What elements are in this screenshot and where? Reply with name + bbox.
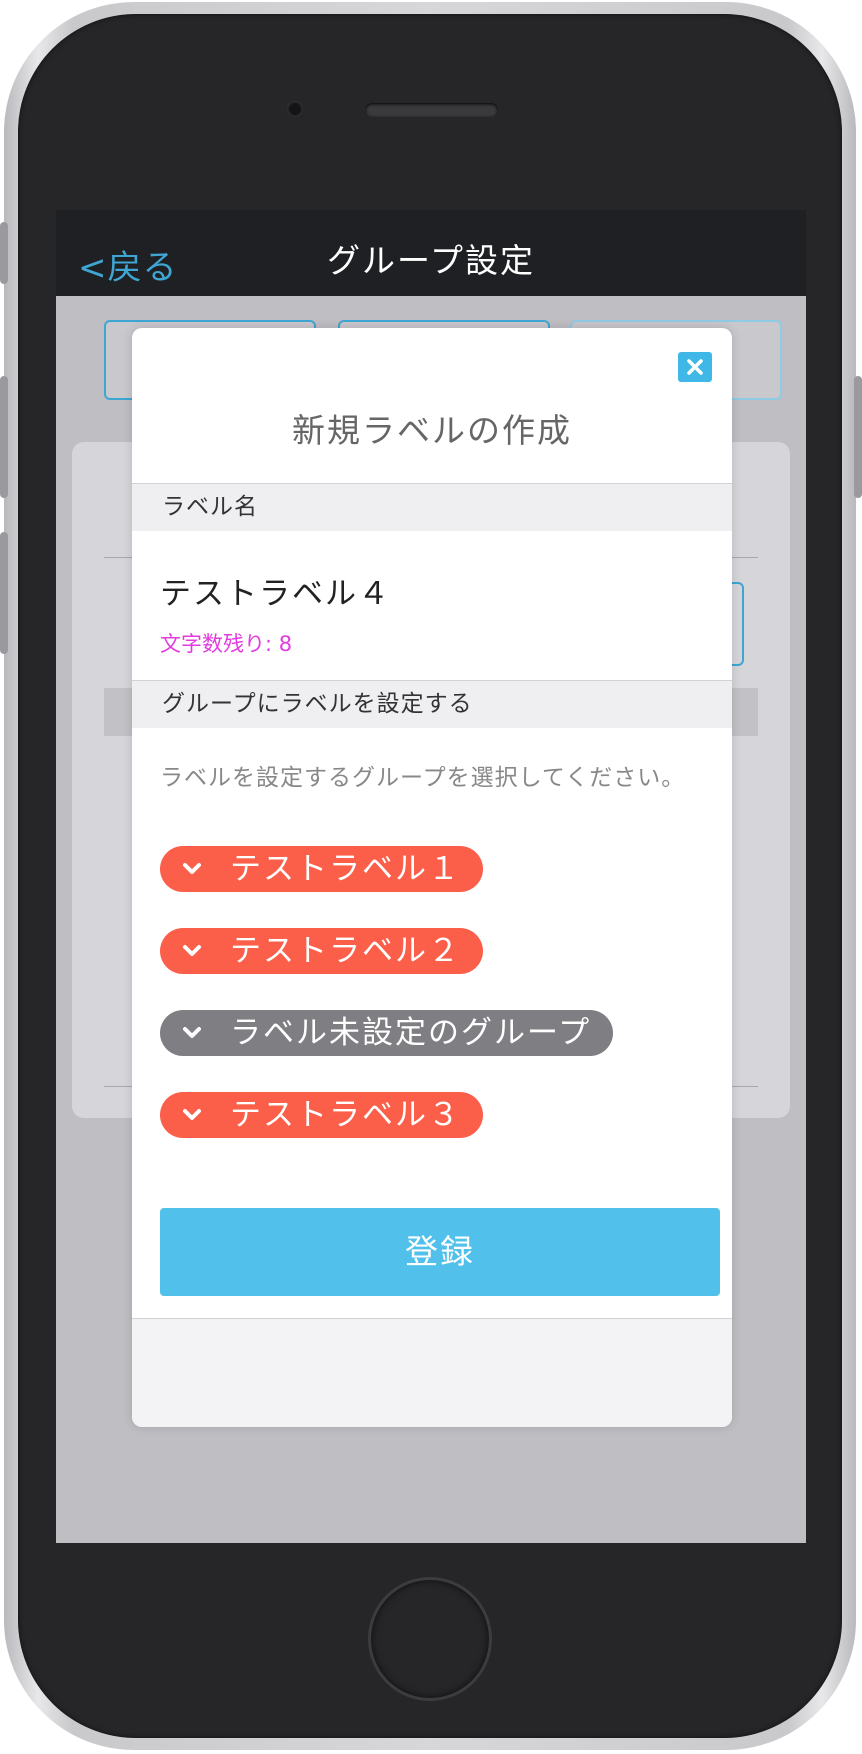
register-button[interactable]: 登録 (160, 1208, 720, 1296)
camera-icon (287, 101, 303, 117)
modal-footer (132, 1318, 732, 1427)
close-icon (687, 359, 703, 375)
page-title: グループ設定 (326, 241, 536, 280)
group-chip-label: テストラベル３ (230, 1097, 461, 1133)
group-chip-label: テストラベル１ (230, 851, 461, 887)
chevron-down-icon (183, 1027, 201, 1038)
group-chip-label: ラベル未設定のグループ (230, 1015, 592, 1051)
chevron-down-icon (183, 945, 201, 956)
group-chip-label: テストラベル２ (230, 933, 461, 969)
group-chip[interactable]: ラベル未設定のグループ (160, 1010, 614, 1056)
home-button[interactable] (368, 1577, 492, 1701)
volume-up-button (0, 376, 8, 498)
navigation-bar: <戻る グループ設定 (56, 210, 806, 296)
group-chip[interactable]: テストラベル１ (160, 846, 483, 892)
instruction-text: ラベルを設定するグループを選択してください。 (160, 765, 686, 791)
group-chip[interactable]: テストラベル２ (160, 928, 483, 974)
char-remaining: 文字数残り: 8 (160, 632, 293, 656)
group-chip[interactable]: テストラベル３ (160, 1092, 483, 1138)
screen: <戻る グループ設定 新規ラベルの作成 ラベル名 テストラベル４ 文字数残り: … (56, 210, 806, 1543)
chevron-down-icon (183, 863, 201, 874)
modal-title: 新規ラベルの作成 (292, 411, 572, 450)
speaker-grille (365, 103, 498, 117)
chevron-down-icon (183, 1109, 201, 1120)
close-button[interactable] (678, 352, 712, 382)
power-button (854, 376, 862, 498)
group-section-header: グループにラベルを設定する (132, 680, 732, 728)
create-label-modal: 新規ラベルの作成 ラベル名 テストラベル４ 文字数残り: 8 グループにラベルを… (132, 328, 732, 1427)
mute-switch (0, 222, 8, 284)
volume-down-button (0, 532, 8, 654)
label-name-header: ラベル名 (132, 483, 732, 531)
label-name-input[interactable]: テストラベル４ (160, 568, 391, 613)
